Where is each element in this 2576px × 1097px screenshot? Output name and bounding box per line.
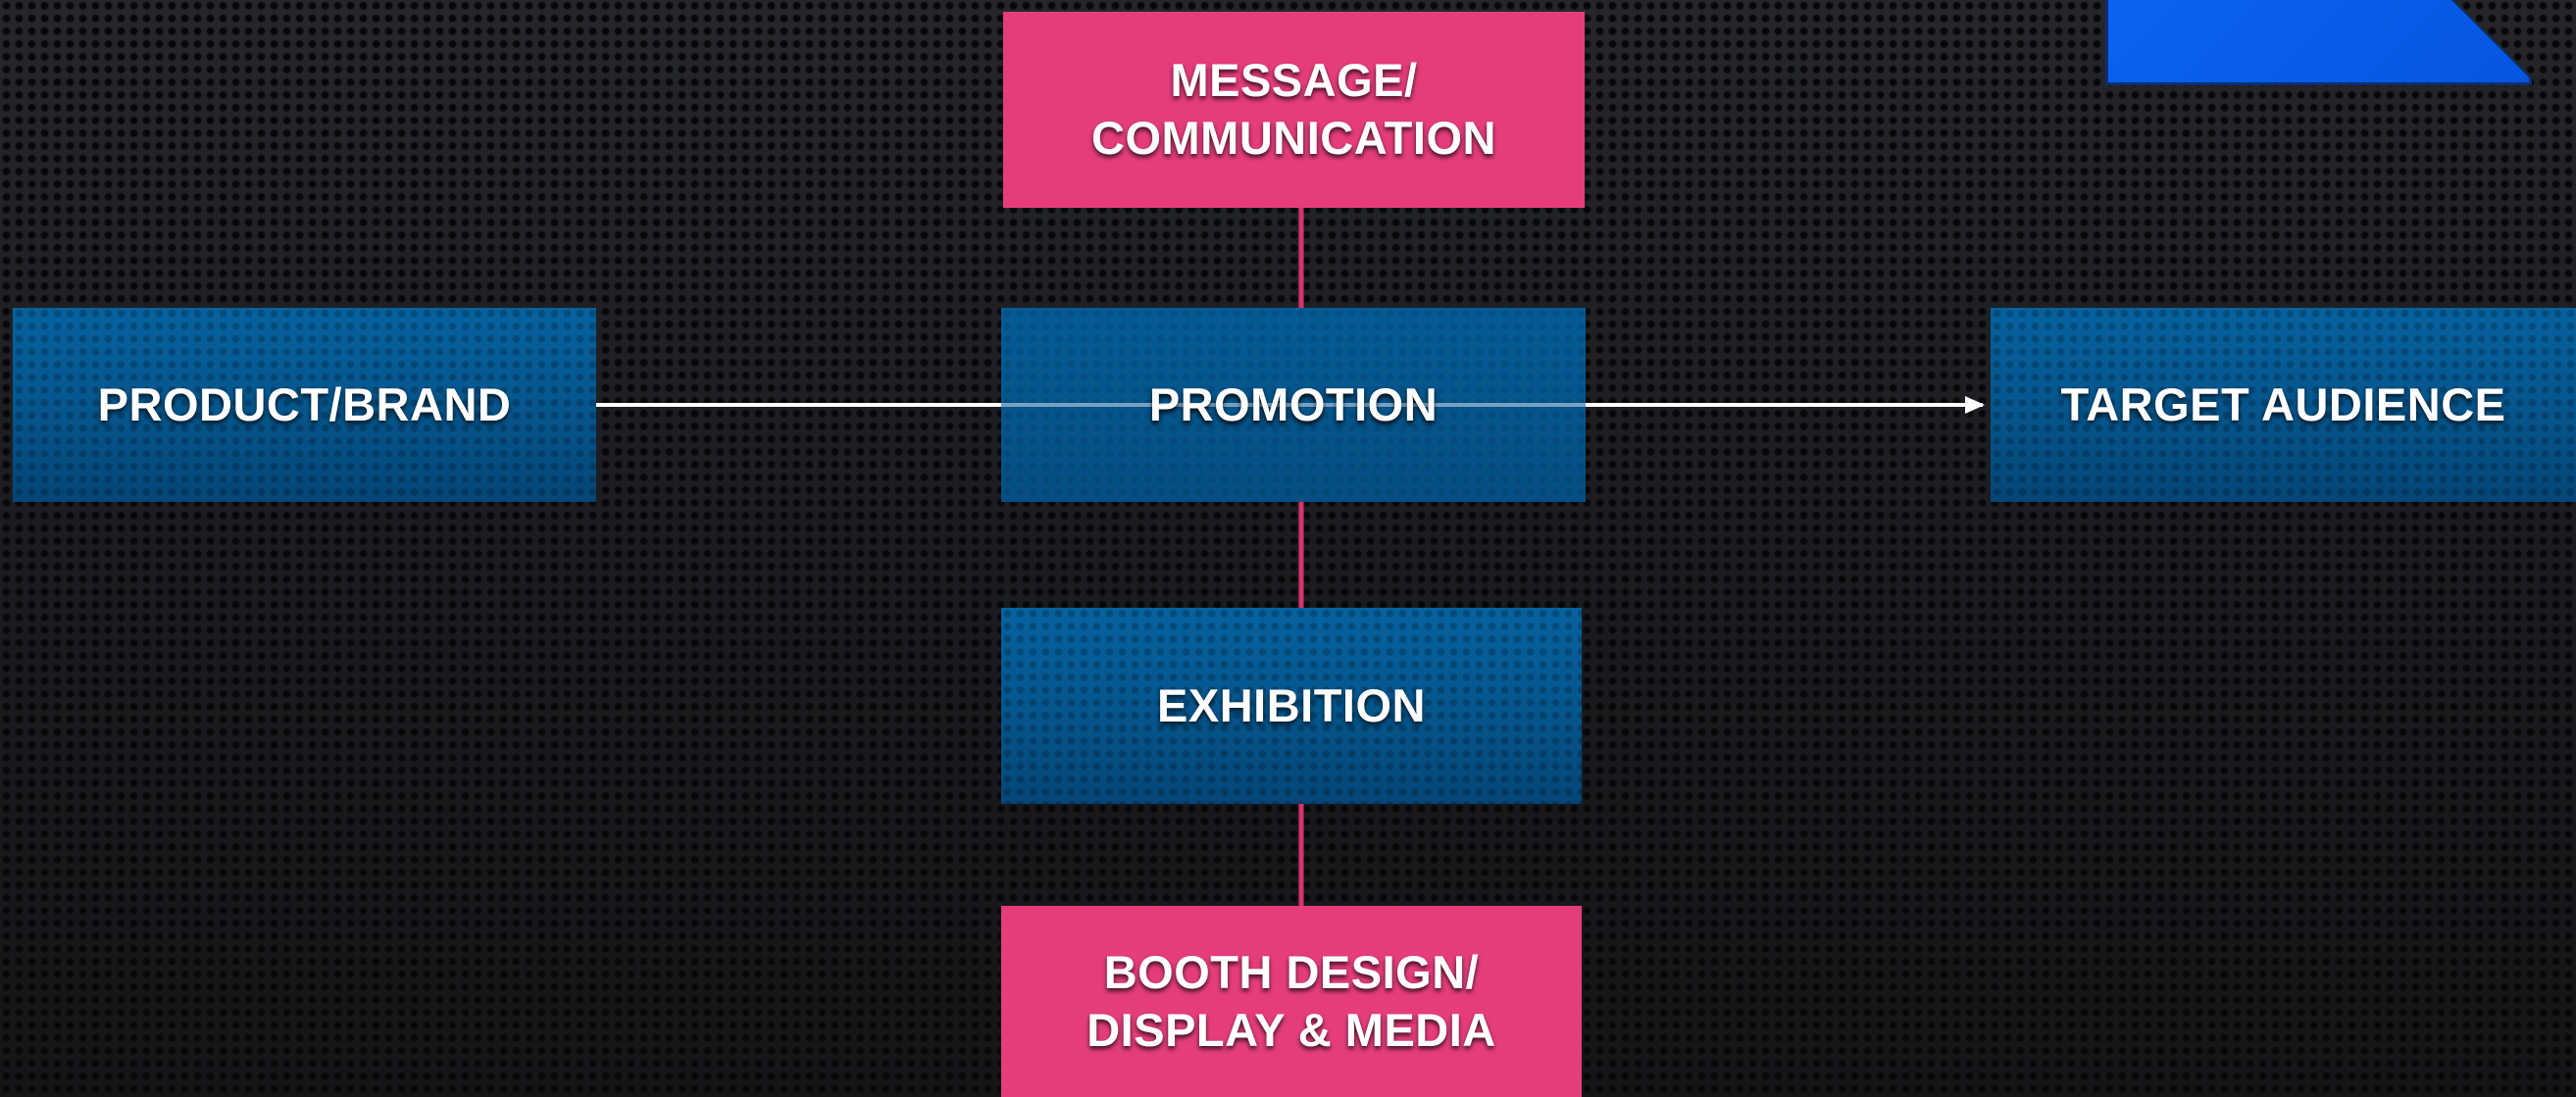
node-message-communication-label: MESSAGE/ COMMUNICATION: [1091, 54, 1496, 164]
node-product-brand: PRODUCT/BRAND: [13, 308, 596, 502]
node-exhibition-label: EXHIBITION: [1157, 678, 1426, 731]
node-target-audience: TARGET AUDIENCE: [1991, 308, 2576, 502]
node-product-brand-label: PRODUCT/BRAND: [97, 377, 512, 430]
node-message-communication: MESSAGE/ COMMUNICATION: [1003, 12, 1585, 208]
node-promotion-label-overlay: PROMOTION: [1001, 308, 1586, 502]
promotion-flow-diagram: MESSAGE/ COMMUNICATION PRODUCT/BRAND PRO…: [0, 0, 2576, 1097]
node-booth-design: BOOTH DESIGN/ DISPLAY & MEDIA: [1001, 906, 1582, 1097]
node-exhibition: EXHIBITION: [1001, 608, 1582, 804]
node-booth-design-label: BOOTH DESIGN/ DISPLAY & MEDIA: [1086, 945, 1496, 1056]
node-promotion-label-top: PROMOTION: [1148, 377, 1439, 430]
node-target-audience-label: TARGET AUDIENCE: [2060, 377, 2506, 430]
